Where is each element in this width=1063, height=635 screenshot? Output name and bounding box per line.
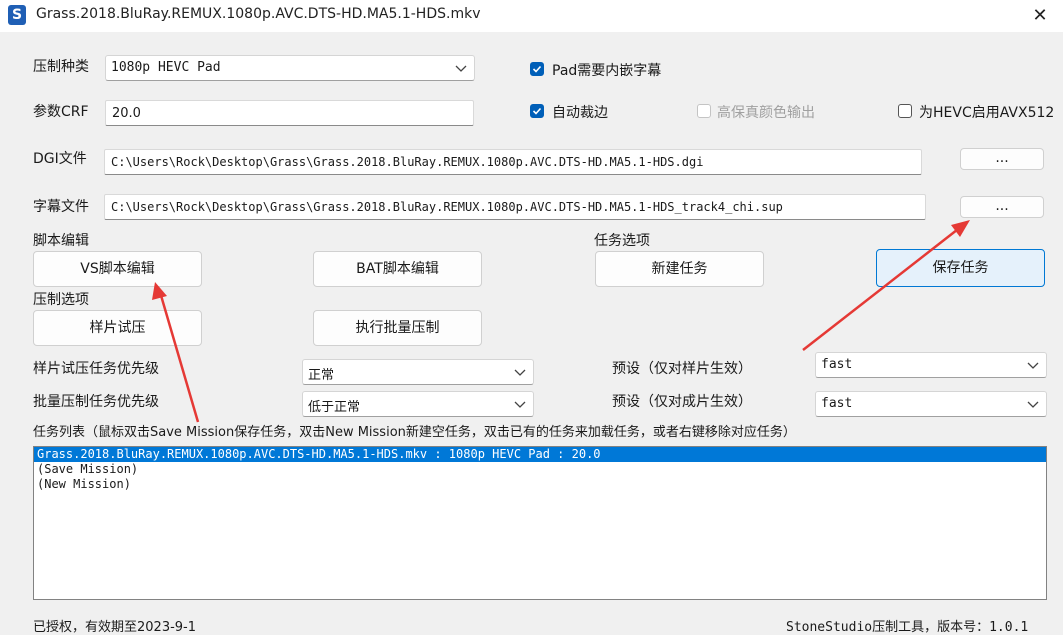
sample-priority-select[interactable]: 正常 <box>302 359 534 385</box>
final-preset-label: 预设（仅对成片生效） <box>612 394 752 410</box>
preset-type-value: 1080p HEVC Pad <box>111 60 221 75</box>
batch-priority-label: 批量压制任务优先级 <box>33 394 159 410</box>
window-title: Grass.2018.BluRay.REMUX.1080p.AVC.DTS-HD… <box>36 6 481 22</box>
high-fidelity-color-label: 高保真颜色输出 <box>717 105 815 121</box>
dgi-file-value: C:\Users\Rock\Desktop\Grass\Grass.2018.B… <box>111 155 704 169</box>
subtitle-browse-button[interactable]: ... <box>960 196 1044 218</box>
sample-priority-label: 样片试压任务优先级 <box>33 361 159 377</box>
batch-priority-value: 低于正常 <box>308 400 361 415</box>
save-task-button[interactable]: 保存任务 <box>876 249 1045 287</box>
pad-embed-subs-checkbox[interactable] <box>530 62 544 76</box>
crf-input[interactable]: 20.0 <box>105 100 474 126</box>
list-item-new-mission[interactable]: (New Mission) <box>34 477 1046 492</box>
sample-preset-value: fast <box>821 357 853 372</box>
version-status: StoneStudio压制工具，版本号：1.0.1 <box>786 620 1029 635</box>
script-edit-section-label: 脚本编辑 <box>33 233 89 249</box>
hevc-avx512-checkbox[interactable] <box>898 104 912 118</box>
crf-label: 参数CRF <box>33 104 89 120</box>
sample-priority-value: 正常 <box>308 368 335 383</box>
chevron-down-icon <box>514 401 526 408</box>
chevron-down-icon <box>1027 362 1039 369</box>
sample-encode-button[interactable]: 样片试压 <box>33 310 202 346</box>
auto-crop-label: 自动裁边 <box>552 105 608 121</box>
dgi-file-label: DGI文件 <box>33 151 87 167</box>
hevc-avx512-label: 为HEVC启用AVX512 <box>919 105 1055 121</box>
final-preset-select[interactable]: fast <box>815 391 1047 417</box>
crf-value: 20.0 <box>112 106 141 121</box>
batch-priority-select[interactable]: 低于正常 <box>302 391 534 417</box>
new-task-button[interactable]: 新建任务 <box>595 251 764 287</box>
dgi-browse-button[interactable]: ... <box>960 148 1044 170</box>
bat-script-edit-button[interactable]: BAT脚本编辑 <box>313 251 482 287</box>
vs-script-edit-button[interactable]: VS脚本编辑 <box>33 251 202 287</box>
chevron-down-icon <box>1027 401 1039 408</box>
sample-preset-select[interactable]: fast <box>815 352 1047 378</box>
final-preset-value: fast <box>821 396 853 411</box>
title-bar: S Grass.2018.BluRay.REMUX.1080p.AVC.DTS-… <box>0 0 1063 32</box>
task-list-label: 任务列表（鼠标双击Save Mission保存任务，双击New Mission新… <box>33 425 796 440</box>
check-icon <box>532 65 542 73</box>
check-icon <box>532 107 542 115</box>
app-icon: S <box>8 5 26 25</box>
license-status: 已授权，有效期至2023-9-1 <box>33 620 197 635</box>
dgi-file-input[interactable]: C:\Users\Rock\Desktop\Grass\Grass.2018.B… <box>104 149 922 175</box>
subtitle-file-input[interactable]: C:\Users\Rock\Desktop\Grass\Grass.2018.B… <box>104 194 926 220</box>
preset-type-select[interactable]: 1080p HEVC Pad <box>105 55 475 81</box>
chevron-down-icon <box>455 65 467 72</box>
high-fidelity-color-checkbox[interactable] <box>697 104 711 118</box>
list-item-task[interactable]: Grass.2018.BluRay.REMUX.1080p.AVC.DTS-HD… <box>34 447 1046 462</box>
chevron-down-icon <box>514 369 526 376</box>
pad-embed-subs-label: Pad需要内嵌字幕 <box>552 63 662 79</box>
subtitle-file-value: C:\Users\Rock\Desktop\Grass\Grass.2018.B… <box>111 200 783 214</box>
list-item-save-mission[interactable]: (Save Mission) <box>34 462 1046 477</box>
preset-type-label: 压制种类 <box>33 59 89 75</box>
sample-preset-label: 预设（仅对样片生效） <box>612 361 752 377</box>
task-list[interactable]: Grass.2018.BluRay.REMUX.1080p.AVC.DTS-HD… <box>33 446 1047 600</box>
task-options-section-label: 任务选项 <box>594 233 650 249</box>
encode-options-section-label: 压制选项 <box>33 292 89 308</box>
auto-crop-checkbox[interactable] <box>530 104 544 118</box>
close-button[interactable]: ✕ <box>1017 0 1063 32</box>
subtitle-file-label: 字幕文件 <box>33 199 89 215</box>
batch-encode-button[interactable]: 执行批量压制 <box>313 310 482 346</box>
